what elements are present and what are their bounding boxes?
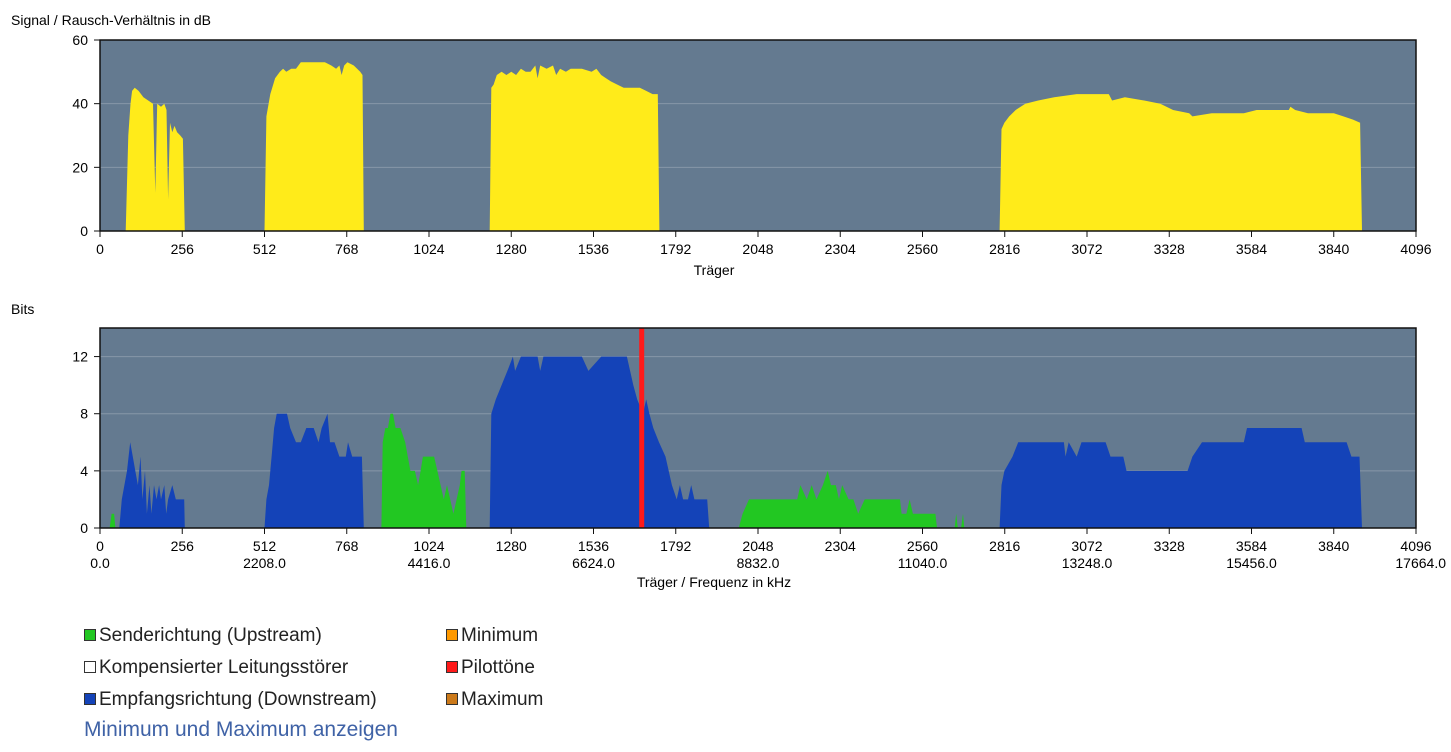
legend-item-upstream: Senderichtung (Upstream)	[84, 620, 377, 652]
legend-column-right: Minimum Pilottöne Maximum	[446, 620, 543, 716]
bits-x-tick-label-9: 2304	[825, 538, 856, 554]
bits-x-axis-label: Träger / Frequenz in kHz	[637, 574, 791, 590]
legend-column-left: Senderichtung (Upstream) Kompensierter L…	[84, 620, 377, 716]
downstream-swatch-icon	[84, 692, 96, 705]
bits-freq-tick-label-1: 2208.0	[243, 555, 286, 571]
snr-x-tick-label-6: 1536	[578, 241, 609, 257]
bits-x-tick-label-7: 1792	[660, 538, 691, 554]
bits-freq-tick-label-2: 4416.0	[408, 555, 451, 571]
legend-label-maximum: Maximum	[461, 689, 544, 710]
legend-item-minimum: Minimum	[446, 620, 543, 652]
bits-freq-tick-label-7: 15456.0	[1226, 555, 1277, 571]
bits-y-tick-label-3: 12	[72, 349, 88, 365]
bits-x-tick-label-12: 3072	[1071, 538, 1102, 554]
bits-freq-tick-label-8: 17664.0	[1395, 555, 1446, 571]
bits-x-tick-label-14: 3584	[1236, 538, 1267, 554]
legend-item-pilot-tones: Pilottöne	[446, 652, 543, 684]
snr-x-tick-label-9: 2304	[825, 241, 856, 257]
bits-x-tick-label-11: 2816	[989, 538, 1020, 554]
legend-item-maximum: Maximum	[446, 684, 543, 716]
bits-x-tick-label-8: 2048	[742, 538, 773, 554]
bits-y-tick-label-0: 0	[80, 520, 88, 536]
bits-chart: Bits 0 4 8 12 0 256 512 768 1024 1280 1536 1792 2048 2…	[11, 301, 1446, 590]
snr-chart: Signal / Rausch-Verhältnis in dB 0 20 40 60 0…	[11, 12, 1432, 278]
snr-x-tick-label-0: 0	[96, 241, 104, 257]
bits-y-tick-label-2: 8	[80, 406, 88, 422]
bits-x-tick-label-0: 0	[96, 538, 104, 554]
bits-x-tick-label-1: 256	[171, 538, 195, 554]
snr-y-tick-label-3: 60	[72, 32, 88, 48]
legend-label-downstream: Empfangsrichtung (Downstream)	[99, 689, 377, 710]
snr-x-tick-label-3: 768	[335, 241, 359, 257]
snr-y-tick-label-2: 40	[72, 96, 88, 112]
snr-x-tick-label-15: 3840	[1318, 241, 1349, 257]
show-min-max-link[interactable]: Minimum und Maximum anzeigen	[84, 718, 398, 742]
snr-x-tick-label-10: 2560	[907, 241, 938, 257]
snr-snr-area-1	[264, 62, 364, 231]
legend-item-downstream: Empfangsrichtung (Downstream)	[84, 684, 377, 716]
snr-x-tick-label-12: 3072	[1071, 241, 1102, 257]
snr-y-tick-label-1: 20	[72, 159, 88, 175]
legend-label-pilot-tones: Pilottöne	[461, 657, 535, 678]
bits-x-tick-label-15: 3840	[1318, 538, 1349, 554]
snr-x-axis-label: Träger	[694, 262, 735, 278]
snr-x-tick-label-13: 3328	[1154, 241, 1185, 257]
snr-x-tick-label-5: 1280	[496, 241, 527, 257]
bits-freq-tick-label-6: 13248.0	[1062, 555, 1113, 571]
snr-x-tick-label-16: 4096	[1400, 241, 1431, 257]
snr-x-tick-label-11: 2816	[989, 241, 1020, 257]
snr-snr-area-3	[999, 94, 1362, 231]
bits-x-tick-label-10: 2560	[907, 538, 938, 554]
bits-x-tick-label-5: 1280	[496, 538, 527, 554]
bits-chart-title: Bits	[11, 301, 34, 317]
minimum-swatch-icon	[446, 628, 458, 641]
legend-label-compensated-noise: Kompensierter Leitungsstörer	[99, 657, 349, 678]
bits-freq-tick-label-5: 11040.0	[898, 555, 948, 571]
charts-area: Signal / Rausch-Verhältnis in dB02040600…	[11, 12, 1446, 590]
snr-x-tick-label-4: 1024	[413, 241, 444, 257]
bits-freq-tick-label-0: 0.0	[90, 555, 110, 571]
compensated-noise-swatch-icon	[84, 660, 96, 673]
snr-chart-title: Signal / Rausch-Verhältnis in dB	[11, 12, 211, 28]
pilot-tones-swatch-icon	[446, 660, 458, 673]
bits-x-tick-label-4: 1024	[413, 538, 444, 554]
bits-x-tick-label-13: 3328	[1154, 538, 1185, 554]
pilot-tone-marker	[639, 328, 645, 528]
snr-x-tick-label-8: 2048	[742, 241, 773, 257]
maximum-swatch-icon	[446, 692, 458, 705]
legend-label-upstream: Senderichtung (Upstream)	[99, 625, 322, 646]
bits-x-tick-label-2: 512	[253, 538, 277, 554]
bits-x-tick-label-3: 768	[335, 538, 359, 554]
bits-y-tick-label-1: 4	[80, 463, 88, 479]
bits-freq-tick-label-3: 6624.0	[572, 555, 615, 571]
legend-item-compensated-noise: Kompensierter Leitungsstörer	[84, 652, 377, 684]
snr-snr-area-2	[489, 65, 660, 231]
bits-x-tick-label-6: 1536	[578, 538, 609, 554]
snr-x-tick-label-2: 512	[253, 241, 277, 257]
snr-y-tick-label-0: 0	[80, 223, 88, 239]
snr-x-tick-label-7: 1792	[660, 241, 691, 257]
legend-label-minimum: Minimum	[461, 625, 539, 646]
upstream-swatch-icon	[84, 628, 96, 641]
snr-x-tick-label-14: 3584	[1236, 241, 1267, 257]
bits-x-tick-label-16: 4096	[1400, 538, 1431, 554]
bits-freq-tick-label-4: 8832.0	[737, 555, 780, 571]
snr-x-tick-label-1: 256	[171, 241, 195, 257]
